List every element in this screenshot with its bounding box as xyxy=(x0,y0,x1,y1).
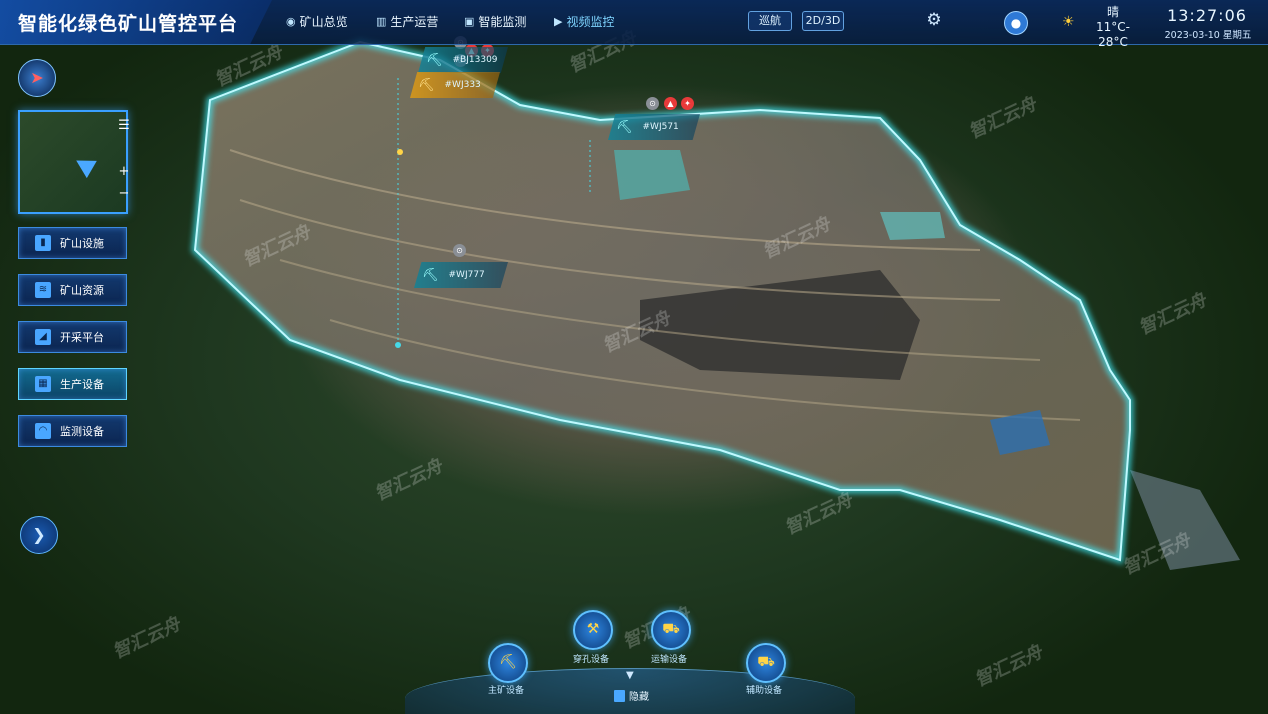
cover-net xyxy=(880,212,945,240)
excavator-icon: ⛏ xyxy=(422,267,439,283)
user-avatar-icon[interactable]: ● xyxy=(1004,11,1028,35)
clock-time: 13:27:06 xyxy=(1167,6,1247,25)
minimap-list-icon[interactable]: ☰ xyxy=(116,118,132,134)
watermark: 智汇云舟 xyxy=(971,641,1046,692)
sensor-icon: ◠ xyxy=(35,423,51,439)
nav-item-production[interactable]: ▥ 生产运营 xyxy=(376,10,438,32)
service-truck-icon[interactable]: ⛟ xyxy=(746,643,786,683)
menu-item-production-equipment[interactable]: ▦ 生产设备 xyxy=(18,368,127,400)
facility-icon: ▮ xyxy=(35,235,51,251)
bench-line xyxy=(239,199,1001,301)
equipment-code: #WJ777 xyxy=(448,270,485,280)
excavator-icon: ⛏ xyxy=(418,77,435,93)
panel-icon xyxy=(614,689,625,702)
dock-label-mining: 主矿设备 xyxy=(487,686,524,696)
view-toggle-button[interactable]: 2D/3D xyxy=(802,11,844,31)
camera-icon: ▶ xyxy=(554,14,563,28)
equipment-marker[interactable]: ⛏ #WJ571 xyxy=(608,114,700,140)
layers-icon: ≋ xyxy=(35,282,51,298)
cruise-button[interactable]: 巡航 xyxy=(748,11,792,31)
title-plate: 智能化绿色矿山管控平台 xyxy=(0,0,272,44)
menu-label: 矿山设施 xyxy=(60,237,104,250)
map-viewport[interactable]: 智汇云舟 智汇云舟 智汇云舟 智汇云舟 智汇云舟 智汇云舟 智汇云舟 智汇云舟 … xyxy=(0,0,1268,714)
dock-label-drilling: 穿孔设备 xyxy=(572,655,609,665)
minimap[interactable]: ☰ + − xyxy=(18,110,130,214)
marker-anchor xyxy=(397,149,403,155)
coal-seam-area xyxy=(640,270,920,380)
chart-icon: ▥ xyxy=(376,14,387,28)
gear-icon[interactable]: ⚙ xyxy=(924,10,944,30)
equipment-marker[interactable]: ⛏ #WJ777 xyxy=(414,262,508,288)
dock-label-auxiliary: 辅助设备 xyxy=(745,686,782,696)
weather-temperature: 11°C-28°C xyxy=(1096,20,1130,49)
sun-icon: ☀ xyxy=(1062,14,1075,30)
equipment-code: #WJ571 xyxy=(642,122,679,132)
watermark: 智汇云舟 xyxy=(599,307,674,358)
equipment-icon: ▦ xyxy=(35,376,51,392)
watermark: 智汇云舟 xyxy=(109,613,184,664)
building-roof xyxy=(990,410,1050,455)
watermark: 智汇云舟 xyxy=(781,489,856,540)
nav-item-video[interactable]: ▶ 视频监控 xyxy=(554,10,614,32)
monitor-icon: ▣ xyxy=(464,14,475,28)
excavator-icon[interactable]: ⛏ xyxy=(488,643,528,683)
cover-net xyxy=(614,150,690,200)
equipment-code: #WJ333 xyxy=(444,80,481,90)
equipment-marker-selected[interactable]: ⛏ #WJ333 xyxy=(410,72,500,98)
hide-label: 隐藏 xyxy=(629,692,649,703)
excavator-icon: ⛏ xyxy=(616,119,633,135)
nav-item-monitoring[interactable]: ▣ 智能监测 xyxy=(464,10,526,32)
app-title: 智能化绿色矿山管控平台 xyxy=(18,13,239,35)
menu-label: 矿山资源 xyxy=(60,284,104,297)
watermark: 智汇云舟 xyxy=(371,455,446,506)
watermark: 智汇云舟 xyxy=(759,213,834,264)
menu-item-platform[interactable]: ◢ 开采平台 xyxy=(18,321,127,353)
expand-panel-button[interactable]: ❯ xyxy=(20,516,58,554)
platform-icon: ◢ xyxy=(35,329,51,345)
globe-icon: ◉ xyxy=(286,14,296,28)
marker-anchor xyxy=(395,342,401,348)
camera-badge[interactable]: ⊙ xyxy=(453,244,466,257)
weather-panel: 晴 11°C-28°C xyxy=(1084,5,1142,50)
nav-label: 视频监控 xyxy=(566,14,615,29)
top-bar: 智能化绿色矿山管控平台 ◉ 矿山总览 ▥ 生产运营 ▣ 智能监测 ▶ 视频监控 … xyxy=(0,0,1268,49)
menu-item-monitoring-equipment[interactable]: ◠ 监测设备 xyxy=(18,415,127,447)
menu-label: 开采平台 xyxy=(60,331,104,344)
bench-line xyxy=(329,319,1081,421)
clock-date: 2023-03-10 星期五 xyxy=(1164,30,1252,41)
watermark: 智汇云舟 xyxy=(965,93,1040,144)
bench-line xyxy=(229,149,981,251)
camera-badge[interactable]: ⊙ xyxy=(646,97,659,110)
compass-icon[interactable]: ➤ xyxy=(18,59,56,97)
watermark: 智汇云舟 xyxy=(239,221,314,272)
menu-item-resources[interactable]: ≋ 矿山资源 xyxy=(18,274,127,306)
excavator-icon: ⛏ xyxy=(426,52,443,68)
drill-icon[interactable]: ⚒ xyxy=(573,610,613,650)
watermark: 智汇云舟 xyxy=(1119,529,1194,580)
weather-condition: 晴 xyxy=(1106,5,1119,19)
chevron-down-icon[interactable]: ▼ xyxy=(626,670,634,681)
nav-label: 生产运营 xyxy=(390,14,439,29)
nav-label: 矿山总览 xyxy=(299,14,348,29)
terrain-layer xyxy=(191,38,1240,570)
zoom-out-button[interactable]: − xyxy=(116,186,132,202)
view-direction-icon xyxy=(71,151,97,179)
hide-dock-button[interactable]: 隐藏 xyxy=(614,688,649,703)
watermark: 智汇云舟 xyxy=(1135,289,1210,340)
dock-label-transport: 运输设备 xyxy=(650,655,687,665)
menu-item-facilities[interactable]: ▮ 矿山设施 xyxy=(18,227,127,259)
menu-label: 监测设备 xyxy=(60,425,104,438)
equipment-code: #BJ13309 xyxy=(452,55,498,65)
watermark: 智汇云舟 xyxy=(211,41,286,92)
nav-item-overview[interactable]: ◉ 矿山总览 xyxy=(286,10,348,32)
nav-label: 智能监测 xyxy=(478,14,527,29)
dump-truck-icon[interactable]: ⛟ xyxy=(651,610,691,650)
chevron-right-icon: ❯ xyxy=(32,525,46,544)
equipment-marker[interactable]: ⛏ #BJ13309 xyxy=(418,47,508,73)
menu-label: 生产设备 xyxy=(60,378,104,391)
alert-badge[interactable]: ▲ xyxy=(664,97,677,110)
alert-badge[interactable]: ✦ xyxy=(681,97,694,110)
zoom-in-button[interactable]: + xyxy=(116,164,132,180)
